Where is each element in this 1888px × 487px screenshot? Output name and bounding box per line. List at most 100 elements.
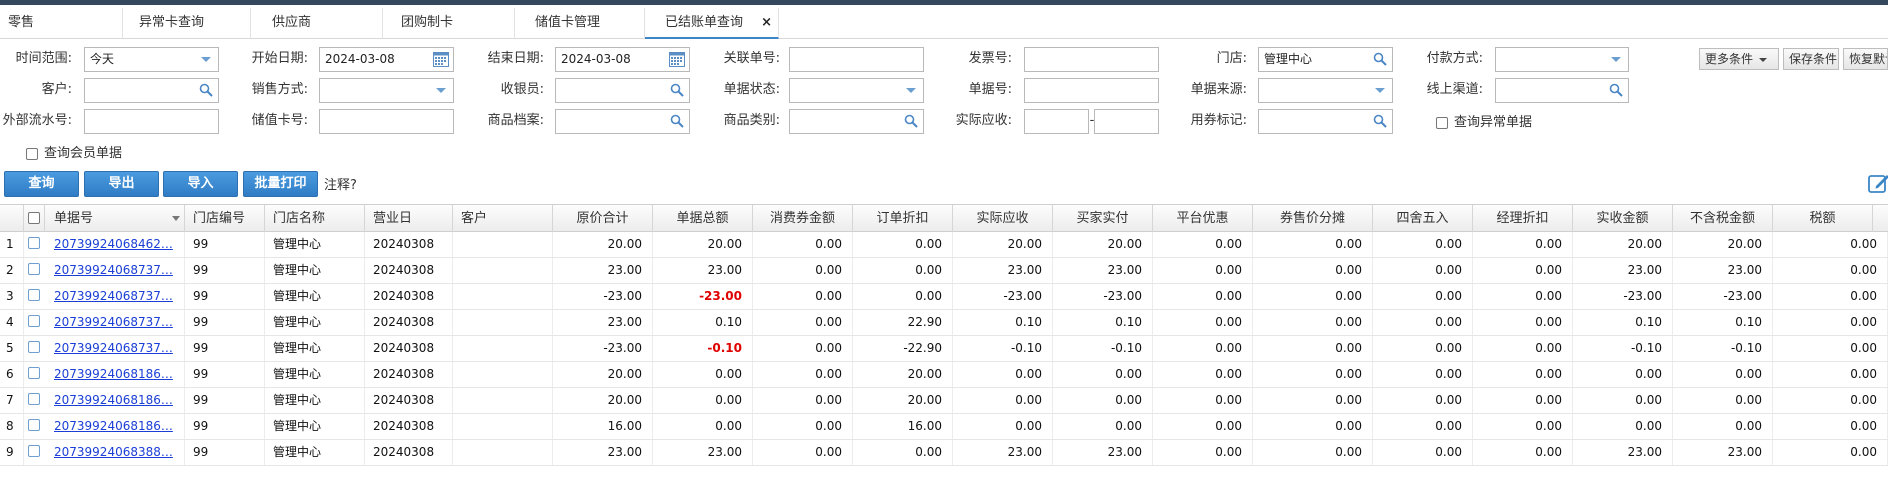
row-checkbox[interactable]: [28, 445, 40, 457]
col-store-name[interactable]: 门店名称: [265, 205, 365, 232]
doc-no-link[interactable]: 20739924068186…: [45, 388, 185, 413]
col-doc-total[interactable]: 单据总额: [653, 205, 753, 232]
col-coupon-share[interactable]: 券售价分摊: [1253, 205, 1373, 232]
tab-stored-card[interactable]: 储值卡管理: [515, 8, 645, 39]
close-icon[interactable]: ×: [761, 8, 772, 38]
search-icon[interactable]: [1609, 83, 1623, 97]
doc-source-select[interactable]: [1258, 78, 1393, 103]
query-abnormal-checkbox[interactable]: [1436, 117, 1448, 129]
table-row[interactable]: 3 20739924068737… 99 管理中心 20240308 -23.00 -23.…: [0, 284, 1888, 310]
query-member-checkbox[interactable]: [26, 148, 38, 160]
note-link[interactable]: 注释?: [324, 174, 357, 193]
doc-status-select[interactable]: [789, 78, 924, 103]
restore-default-button[interactable]: 恢复默认: [1843, 48, 1888, 70]
col-buyer-paid[interactable]: 买家实付: [1053, 205, 1153, 232]
doc-no-link[interactable]: 20739924068737…: [45, 258, 185, 283]
edit-icon[interactable]: [1868, 172, 1888, 194]
col-customer[interactable]: 客户: [453, 205, 553, 232]
sale-method-select[interactable]: [319, 78, 454, 103]
col-manager-discount[interactable]: 经理折扣: [1473, 205, 1573, 232]
coupon-mark-input[interactable]: [1258, 109, 1393, 134]
col-pretax-amount[interactable]: 不含税金额: [1673, 205, 1773, 232]
customer-cell: [453, 362, 553, 387]
goods-category-input[interactable]: [789, 109, 924, 134]
col-platform-discount[interactable]: 平台优惠: [1153, 205, 1253, 232]
tab-abnormal-card[interactable]: 异常卡查询: [123, 8, 251, 39]
calendar-icon[interactable]: [669, 52, 685, 67]
more-conditions-button[interactable]: 更多条件: [1699, 48, 1779, 70]
table-row[interactable]: 7 20739924068186… 99 管理中心 20240308 20.00 0.00 0…: [0, 388, 1888, 414]
search-icon[interactable]: [904, 114, 918, 128]
doc-total-cell: 0.10: [653, 310, 753, 335]
chevron-down-icon[interactable]: [172, 216, 180, 221]
col-doc-no[interactable]: 单据号: [45, 205, 185, 232]
tab-retail[interactable]: 零售: [0, 8, 123, 39]
search-icon[interactable]: [670, 83, 684, 97]
row-checkbox[interactable]: [28, 315, 40, 327]
row-checkbox[interactable]: [28, 341, 40, 353]
row-checkbox[interactable]: [28, 289, 40, 301]
table-row[interactable]: 1 20739924068462… 99 管理中心 20240308 20.00 20.00…: [0, 232, 1888, 258]
search-icon[interactable]: [1373, 114, 1387, 128]
doc-no-link[interactable]: 20739924068186…: [45, 362, 185, 387]
stored-card-input[interactable]: [319, 109, 454, 134]
end-date-input[interactable]: 2024-03-08: [555, 47, 690, 72]
save-conditions-button[interactable]: 保存条件: [1783, 48, 1839, 70]
doc-no-link[interactable]: 20739924068737…: [45, 310, 185, 335]
tax-cell: 0.00: [1773, 440, 1888, 465]
actual-due-min-input[interactable]: [1024, 109, 1089, 134]
col-order-discount[interactable]: 订单折扣: [853, 205, 953, 232]
buyer-paid-cell: -23.00: [1053, 284, 1153, 309]
search-icon[interactable]: [199, 83, 213, 97]
doc-no-link[interactable]: 20739924068737…: [45, 336, 185, 361]
calendar-icon[interactable]: [433, 52, 449, 67]
doc-no-link[interactable]: 20739924068186…: [45, 414, 185, 439]
cashier-input[interactable]: [555, 78, 690, 103]
search-icon[interactable]: [670, 114, 684, 128]
col-store-no[interactable]: 门店编号: [185, 205, 265, 232]
time-range-select[interactable]: 今天: [84, 47, 219, 72]
search-icon[interactable]: [1373, 52, 1387, 66]
row-checkbox[interactable]: [28, 263, 40, 275]
select-all-checkbox[interactable]: [28, 212, 40, 224]
related-no-input[interactable]: [789, 47, 924, 72]
doc-no-link[interactable]: 20739924068737…: [45, 284, 185, 309]
col-actual-due[interactable]: 实际应收: [953, 205, 1053, 232]
customer-input[interactable]: [84, 78, 219, 103]
invoice-no-input[interactable]: [1024, 47, 1159, 72]
query-button[interactable]: 查询: [4, 171, 79, 197]
col-received-amount[interactable]: 实收金额: [1573, 205, 1673, 232]
table-row[interactable]: 4 20739924068737… 99 管理中心 20240308 23.00 0.10 0…: [0, 310, 1888, 336]
col-original-total[interactable]: 原价合计: [553, 205, 653, 232]
actual-due-max-input[interactable]: [1094, 109, 1159, 134]
doc-no-link[interactable]: 20739924068388…: [45, 440, 185, 465]
tab-supplier[interactable]: 供应商: [251, 8, 383, 39]
table-row[interactable]: 6 20739924068186… 99 管理中心 20240308 20.00 0.00 0…: [0, 362, 1888, 388]
col-coupon-amount[interactable]: 消费券金额: [753, 205, 853, 232]
batch-print-button[interactable]: 批量打印: [243, 171, 318, 197]
import-button[interactable]: 导入: [163, 171, 238, 197]
ext-serial-input[interactable]: [84, 109, 219, 134]
col-rounding[interactable]: 四舍五入: [1373, 205, 1473, 232]
start-date-input[interactable]: 2024-03-08: [319, 47, 454, 72]
tab-settled-bill-query[interactable]: 已结账单查询 ×: [645, 8, 779, 39]
row-checkbox[interactable]: [28, 419, 40, 431]
row-checkbox[interactable]: [28, 237, 40, 249]
col-tax[interactable]: 税额: [1773, 205, 1873, 232]
row-checkbox[interactable]: [28, 367, 40, 379]
row-checkbox[interactable]: [28, 393, 40, 405]
doc-no-link[interactable]: 20739924068462…: [45, 232, 185, 257]
tab-group-card[interactable]: 团购制卡: [383, 8, 515, 39]
table-row[interactable]: 8 20739924068186… 99 管理中心 20240308 16.00 0.00 0…: [0, 414, 1888, 440]
table-row[interactable]: 5 20739924068737… 99 管理中心 20240308 -23.00 -0.1…: [0, 336, 1888, 362]
export-button[interactable]: 导出: [84, 171, 159, 197]
store-name-cell: 管理中心: [265, 362, 365, 387]
table-row[interactable]: 2 20739924068737… 99 管理中心 20240308 23.00 23.00…: [0, 258, 1888, 284]
col-business-day[interactable]: 营业日: [365, 205, 453, 232]
table-row[interactable]: 9 20739924068388… 99 管理中心 20240308 23.00 23.00…: [0, 440, 1888, 466]
pay-method-select[interactable]: [1495, 47, 1629, 72]
online-channel-input[interactable]: [1495, 78, 1629, 103]
goods-file-input[interactable]: [555, 109, 690, 134]
store-input[interactable]: 管理中心: [1258, 47, 1393, 72]
doc-no-input[interactable]: [1024, 78, 1159, 103]
